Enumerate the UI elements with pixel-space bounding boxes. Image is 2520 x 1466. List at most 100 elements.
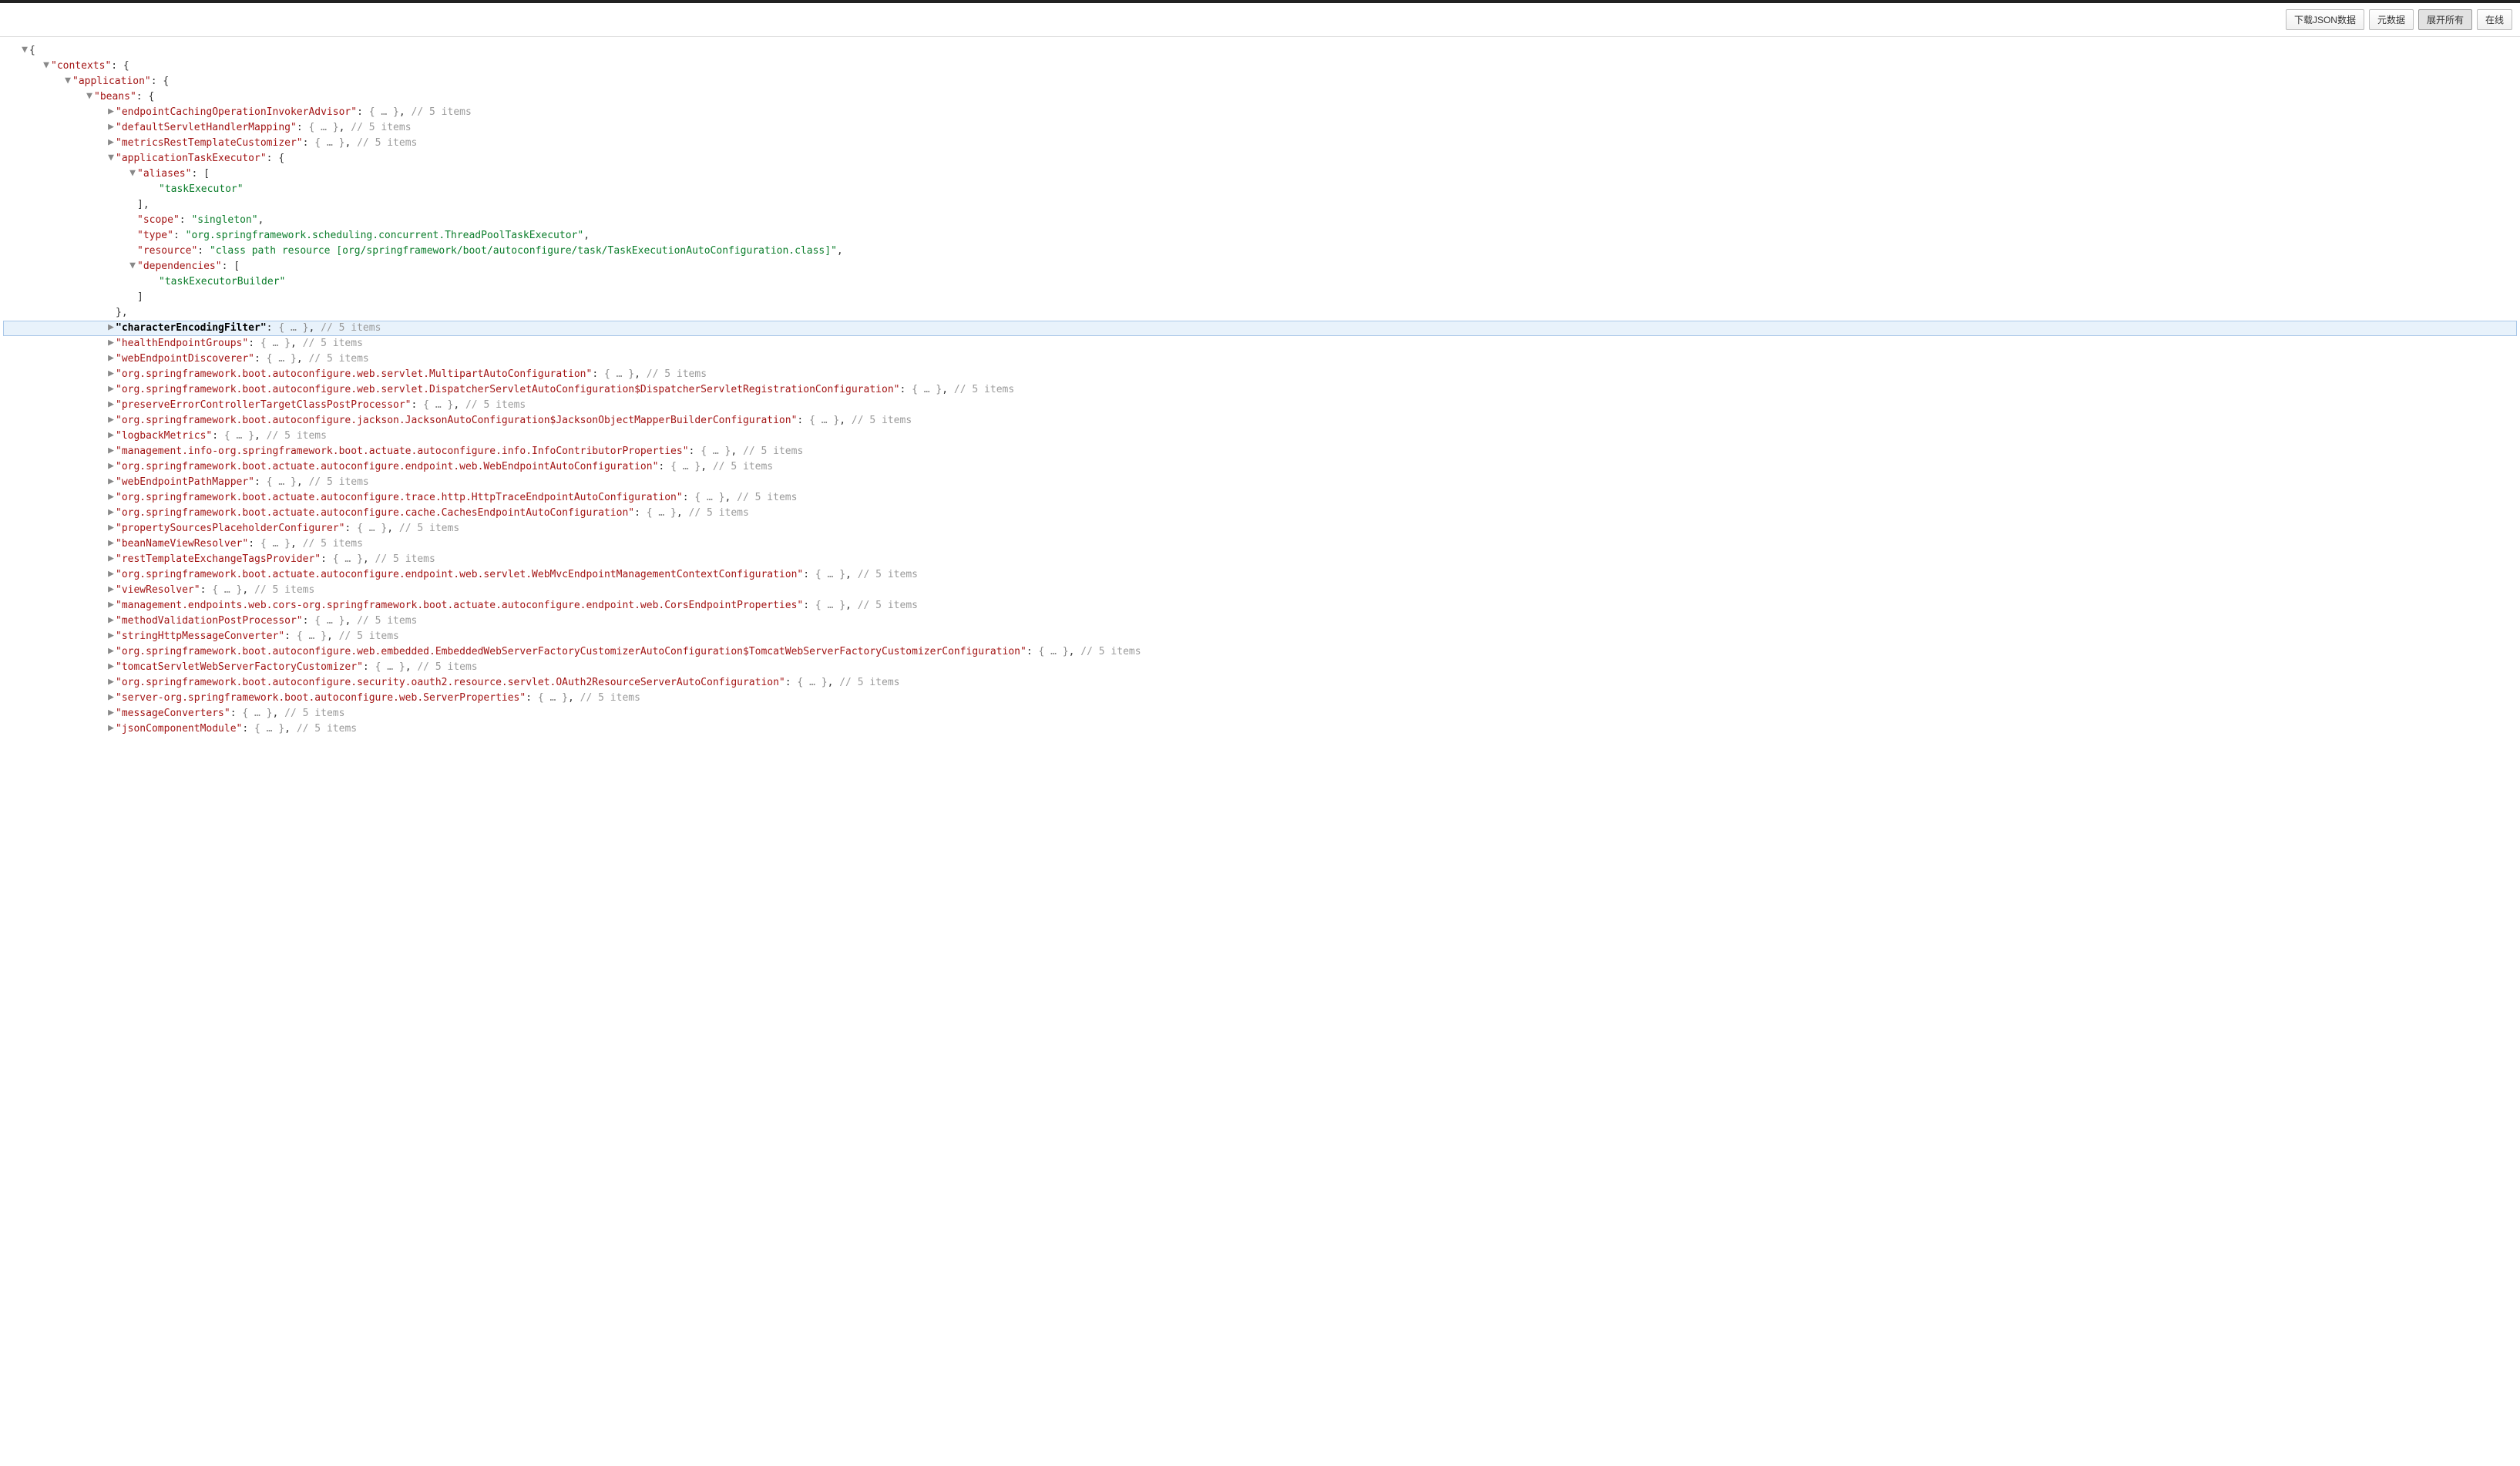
disclosure-closed-icon[interactable]: ▶ xyxy=(106,536,116,551)
scope-prop[interactable]: "scope": "singleton", xyxy=(3,213,2517,228)
bean-node[interactable]: ▶"restTemplateExchangeTagsProvider": { …… xyxy=(3,552,2517,567)
item-count-comment: // 5 items xyxy=(344,122,411,133)
bean-node[interactable]: ▶"webEndpointDiscoverer": { … }, // 5 it… xyxy=(3,351,2517,367)
disclosure-closed-icon[interactable]: ▶ xyxy=(106,582,116,597)
bean-node[interactable]: ▶"org.springframework.boot.actuate.autoc… xyxy=(3,567,2517,583)
disclosure-closed-icon[interactable]: ▶ xyxy=(106,443,116,459)
disclosure-open-icon[interactable]: ▼ xyxy=(85,89,94,104)
application-node[interactable]: ▼"application": { xyxy=(3,74,2517,89)
disclosure-closed-icon[interactable]: ▶ xyxy=(106,382,116,397)
bean-node[interactable]: ▶"metricsRestTemplateCustomizer": { … },… xyxy=(3,136,2517,151)
disclosure-closed-icon[interactable]: ▶ xyxy=(106,628,116,644)
bean-node[interactable]: ▶"messageConverters": { … }, // 5 items xyxy=(3,706,2517,721)
bean-node[interactable]: ▶"tomcatServletWebServerFactoryCustomize… xyxy=(3,660,2517,675)
metadata-button[interactable]: 元数据 xyxy=(2369,9,2414,30)
disclosure-open-icon[interactable]: ▼ xyxy=(20,42,29,58)
disclosure-closed-icon[interactable]: ▶ xyxy=(106,366,116,382)
bean-node[interactable]: ▶"methodValidationPostProcessor": { … },… xyxy=(3,614,2517,629)
bean-node[interactable]: ▶"defaultServletHandlerMapping": { … }, … xyxy=(3,120,2517,136)
disclosure-closed-icon[interactable]: ▶ xyxy=(106,412,116,428)
beans-node[interactable]: ▼"beans": { xyxy=(3,89,2517,105)
disclosure-closed-icon[interactable]: ▶ xyxy=(106,335,116,351)
contexts-node[interactable]: ▼"contexts": { xyxy=(3,59,2517,74)
disclosure-closed-icon[interactable]: ▶ xyxy=(106,474,116,489)
disclosure-closed-icon[interactable]: ▶ xyxy=(106,705,116,721)
bean-node[interactable]: ▶"org.springframework.boot.autoconfigure… xyxy=(3,367,2517,382)
json-key: "management.info-org.springframework.boo… xyxy=(116,446,689,457)
bean-node[interactable]: ▶"stringHttpMessageConverter": { … }, //… xyxy=(3,629,2517,644)
root-brace[interactable]: ▼{ xyxy=(3,43,2517,59)
item-count-comment: // 5 items xyxy=(852,600,918,611)
disclosure-closed-icon[interactable]: ▶ xyxy=(106,428,116,443)
item-count-comment: // 5 items xyxy=(278,708,344,719)
bean-node[interactable]: ▶"logbackMetrics": { … }, // 5 items xyxy=(3,429,2517,444)
item-count-comment: // 5 items xyxy=(351,137,417,149)
app-task-executor-node[interactable]: ▼"applicationTaskExecutor": { xyxy=(3,151,2517,166)
bean-node[interactable]: ▶"preserveErrorControllerTargetClassPost… xyxy=(3,398,2517,413)
disclosure-closed-icon[interactable]: ▶ xyxy=(106,597,116,613)
disclosure-closed-icon[interactable]: ▶ xyxy=(106,397,116,412)
disclosure-closed-icon[interactable]: ▶ xyxy=(106,459,116,474)
bean-node[interactable]: ▶"healthEndpointGroups": { … }, // 5 ite… xyxy=(3,336,2517,351)
expand-all-button[interactable]: 展开所有 xyxy=(2418,9,2472,30)
bean-node[interactable]: ▶"management.info-org.springframework.bo… xyxy=(3,444,2517,459)
type-prop[interactable]: "type": "org.springframework.scheduling.… xyxy=(3,228,2517,244)
disclosure-closed-icon[interactable]: ▶ xyxy=(106,489,116,505)
disclosure-closed-icon[interactable]: ▶ xyxy=(106,104,116,119)
bean-node[interactable]: ▶"org.springframework.boot.autoconfigure… xyxy=(3,644,2517,660)
bean-node[interactable]: ▶"org.springframework.boot.autoconfigure… xyxy=(3,675,2517,691)
item-count-comment: // 5 items xyxy=(459,399,526,411)
disclosure-open-icon[interactable]: ▼ xyxy=(106,150,116,166)
disclosure-closed-icon[interactable]: ▶ xyxy=(106,351,116,366)
bean-node[interactable]: ▶"endpointCachingOperationInvokerAdvisor… xyxy=(3,105,2517,120)
json-key: "messageConverters" xyxy=(116,708,230,719)
disclosure-closed-icon[interactable]: ▶ xyxy=(106,644,116,659)
bean-node[interactable]: ▶"management.endpoints.web.cors-org.spri… xyxy=(3,598,2517,614)
disclosure-closed-icon[interactable]: ▶ xyxy=(106,135,116,150)
bean-node[interactable]: ▶"org.springframework.boot.actuate.autoc… xyxy=(3,490,2517,506)
disclosure-closed-icon[interactable]: ▶ xyxy=(106,567,116,582)
disclosure-closed-icon[interactable]: ▶ xyxy=(106,505,116,520)
dependencies-node[interactable]: ▼"dependencies": [ xyxy=(3,259,2517,274)
bean-node[interactable]: ▶"propertySourcesPlaceholderConfigurer":… xyxy=(3,521,2517,536)
disclosure-closed-icon[interactable]: ▶ xyxy=(106,551,116,567)
online-button[interactable]: 在线 xyxy=(2477,9,2512,30)
bean-node[interactable]: ▶"server-org.springframework.boot.autoco… xyxy=(3,691,2517,706)
bean-node[interactable]: ▶"webEndpointPathMapper": { … }, // 5 it… xyxy=(3,475,2517,490)
disclosure-closed-icon[interactable]: ▶ xyxy=(106,690,116,705)
array-close[interactable]: ] xyxy=(3,290,2517,305)
disclosure-closed-icon[interactable]: ▶ xyxy=(106,520,116,536)
bean-node[interactable]: ▶"org.springframework.boot.autoconfigure… xyxy=(3,382,2517,398)
disclosure-closed-icon[interactable]: ▶ xyxy=(106,674,116,690)
disclosure-closed-icon[interactable]: ▶ xyxy=(106,659,116,674)
item-count-comment: // 5 items xyxy=(707,461,773,472)
json-key: "org.springframework.boot.actuate.autoco… xyxy=(116,507,634,519)
json-tree[interactable]: ▼{▼"contexts": {▼"application": {▼"beans… xyxy=(0,37,2520,768)
resource-prop[interactable]: "resource": "class path resource [org/sp… xyxy=(3,244,2517,259)
bean-node[interactable]: ▶"beanNameViewResolver": { … }, // 5 ite… xyxy=(3,536,2517,552)
object-close[interactable]: }, xyxy=(3,305,2517,321)
disclosure-closed-icon[interactable]: ▶ xyxy=(106,721,116,736)
item-count-comment: // 5 items xyxy=(303,353,369,365)
bean-node[interactable]: ▶"characterEncodingFilter": { … }, // 5 … xyxy=(3,321,2517,336)
disclosure-open-icon[interactable]: ▼ xyxy=(63,73,72,89)
disclosure-closed-icon[interactable]: ▶ xyxy=(106,119,116,135)
bean-node[interactable]: ▶"jsonComponentModule": { … }, // 5 item… xyxy=(3,721,2517,737)
json-key: "org.springframework.boot.autoconfigure.… xyxy=(116,384,899,395)
download-json-button[interactable]: 下载JSON数据 xyxy=(2286,9,2364,30)
aliases-value[interactable]: "taskExecutor" xyxy=(3,182,2517,197)
json-key: "resource" xyxy=(137,245,197,257)
disclosure-open-icon[interactable]: ▼ xyxy=(128,258,137,274)
disclosure-open-icon[interactable]: ▼ xyxy=(42,58,51,73)
bean-node[interactable]: ▶"org.springframework.boot.actuate.autoc… xyxy=(3,506,2517,521)
disclosure-closed-icon[interactable]: ▶ xyxy=(106,320,116,335)
bean-node[interactable]: ▶"org.springframework.boot.actuate.autoc… xyxy=(3,459,2517,475)
bean-node[interactable]: ▶"org.springframework.boot.autoconfigure… xyxy=(3,413,2517,429)
json-key: "stringHttpMessageConverter" xyxy=(116,630,284,642)
array-close[interactable]: ], xyxy=(3,197,2517,213)
dependencies-value[interactable]: "taskExecutorBuilder" xyxy=(3,274,2517,290)
bean-node[interactable]: ▶"viewResolver": { … }, // 5 items xyxy=(3,583,2517,598)
disclosure-closed-icon[interactable]: ▶ xyxy=(106,613,116,628)
aliases-node[interactable]: ▼"aliases": [ xyxy=(3,166,2517,182)
disclosure-open-icon[interactable]: ▼ xyxy=(128,166,137,181)
